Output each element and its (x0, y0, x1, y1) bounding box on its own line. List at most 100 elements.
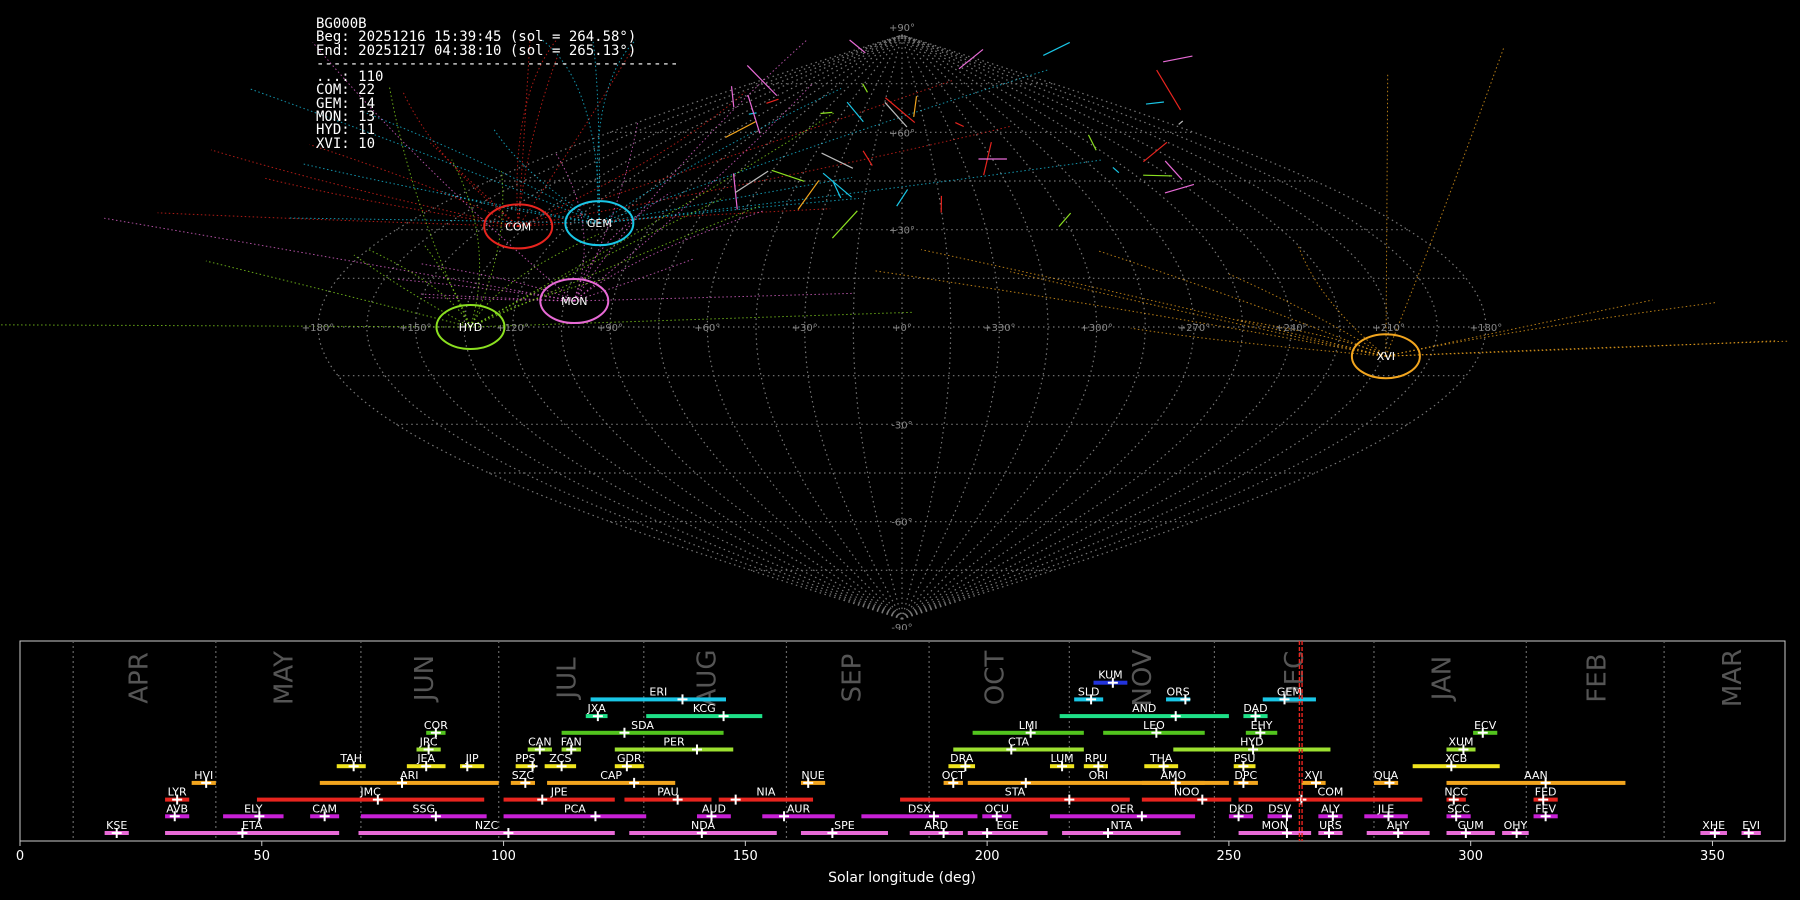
radiant-label-gem: GEM (587, 217, 612, 230)
shower-code-label: DSV (1268, 802, 1291, 815)
shower-code-label: OER (1111, 802, 1135, 815)
shower-code-label: RPU (1085, 752, 1107, 765)
shower-code-label: OCT (942, 769, 965, 782)
longitude-tick-label: +150° (399, 323, 431, 334)
shower-code-label: SPE (834, 819, 855, 832)
longitude-tick-label: +210° (1372, 323, 1404, 334)
meteor-trail (599, 177, 853, 224)
meteor-trail (1043, 41, 1071, 56)
shower-code-label: NUE (801, 769, 824, 782)
meteor-trail (368, 249, 471, 328)
meteor-trail (920, 249, 1387, 357)
shower-code-label: SDA (631, 719, 654, 732)
x-tick-label: 0 (16, 849, 24, 864)
shower-code-label: STA (1005, 786, 1026, 799)
x-tick-label: 200 (975, 849, 1000, 864)
shower-code-label: LMI (1019, 719, 1038, 732)
shower-code-label: AUD (702, 802, 726, 815)
shower-code-label: KCG (693, 702, 716, 715)
radiant-label-xvi: XVI (1377, 350, 1395, 363)
shower-code-label: URS (1319, 819, 1342, 832)
radiant-sky-map: COM GEM MON HYD XVI +180° +150° +120° +90° +60° +… (0, 23, 1788, 630)
shower-code-label: NIA (756, 786, 775, 799)
longitude-tick-label: +240° (1275, 323, 1307, 334)
shower-code-label: EVI (1742, 819, 1760, 832)
shower-code-label: CAP (600, 769, 622, 782)
meteor-trail (746, 65, 778, 97)
shower-code-label: AAN (1524, 769, 1548, 782)
shower-code-label: GDR (617, 752, 642, 765)
meteor-trail (766, 98, 779, 104)
meteor-trail (849, 39, 866, 54)
meteor-trail (1058, 212, 1072, 227)
radiant-label-hyd: HYD (459, 321, 482, 334)
meteor-trail (451, 159, 481, 328)
shower-code-label: PAU (657, 786, 679, 799)
meteor-trail (1087, 134, 1097, 151)
meteor-trail (730, 86, 735, 108)
shower-activity-timeline: APR MAY JUN JUL AUG SEP OCT NOV DEC JAN FEB MAR KSE… (16, 640, 1786, 886)
meteor-trail (574, 258, 694, 302)
shower-code-label: ECV (1474, 719, 1497, 732)
longitude-tick-label: +60° (694, 323, 720, 334)
shower-code-label: OCU (985, 802, 1009, 815)
radiant-label-mon: MON (561, 295, 587, 308)
latitude-tick-label: -60° (891, 518, 912, 529)
shower-code-label: COR (424, 719, 448, 732)
month-label-mar: MAR (1718, 649, 1748, 707)
meteor-trail (1385, 46, 1505, 357)
shower-code-label: EHY (1251, 719, 1273, 732)
shower-code-label: QUA (1374, 769, 1399, 782)
x-axis-label: Solar longitude (deg) (828, 870, 976, 886)
meteor-trail (725, 121, 756, 139)
meteor-trail (862, 150, 873, 166)
shower-code-label: NCC (1444, 786, 1468, 799)
meteor-trail (821, 152, 854, 169)
shower-code-label: XVI (1304, 769, 1322, 782)
count-xvi: XVI: 10 (316, 135, 376, 152)
meteor-trail (831, 210, 858, 239)
shower-code-label: JIP (465, 752, 479, 765)
longitude-tick-label: +300° (1080, 323, 1112, 334)
meteor-trail (205, 260, 471, 328)
longitude-tick-label: +330° (983, 323, 1015, 334)
shower-code-label: PPS (515, 752, 535, 765)
meteor-trail (862, 83, 869, 93)
shower-code-label: SSG (413, 802, 436, 815)
month-label-jan: JAN (1428, 656, 1458, 702)
meteor-trail (574, 292, 852, 302)
month-label-sep: SEP (838, 654, 868, 703)
latitude-tick-label: +90° (889, 23, 915, 34)
shower-code-label: GEM (1277, 685, 1302, 698)
shower-code-label: OHY (1504, 819, 1528, 832)
month-label-feb: FEB (1582, 653, 1612, 702)
shower-code-label: FAN (561, 736, 582, 749)
shower-code-label: ERI (649, 685, 667, 698)
meteor-trail (1145, 101, 1164, 105)
latitude-tick-label: -90° (891, 623, 912, 630)
longitude-tick-label: +120° (496, 323, 528, 334)
shower-code-label: AUR (787, 802, 811, 815)
shower-code-label: CAM (312, 802, 337, 815)
shower-code-label: JPE (550, 786, 568, 799)
shower-code-label: MON (1262, 819, 1288, 832)
shower-code-label: XUM (1448, 736, 1473, 749)
meteor-trail (470, 311, 913, 328)
shower-code-label: DSX (908, 802, 931, 815)
month-label-oct: OCT (980, 651, 1010, 706)
meteor-trail (101, 217, 575, 302)
shower-code-label: ARD (925, 819, 949, 832)
meteor-trail (1156, 69, 1182, 111)
shower-code-label: LEO (1143, 719, 1165, 732)
shower-code-label: COM (1318, 786, 1344, 799)
shower-code-label: DRA (950, 752, 974, 765)
shower-code-label: AND (1132, 702, 1156, 715)
shower-code-label: NZC (475, 819, 499, 832)
meteor-trail (1112, 166, 1120, 174)
longitude-tick-label: +270° (1178, 323, 1210, 334)
meteor-trail (1164, 183, 1195, 194)
observation-info-panel: BG000B Beg: 20251216 15:39:45 (sol = 264… (316, 17, 678, 152)
longitude-tick-label: +180° (302, 323, 334, 334)
meteor-trail (771, 169, 805, 182)
shower-code-label: ORS (1166, 685, 1189, 698)
